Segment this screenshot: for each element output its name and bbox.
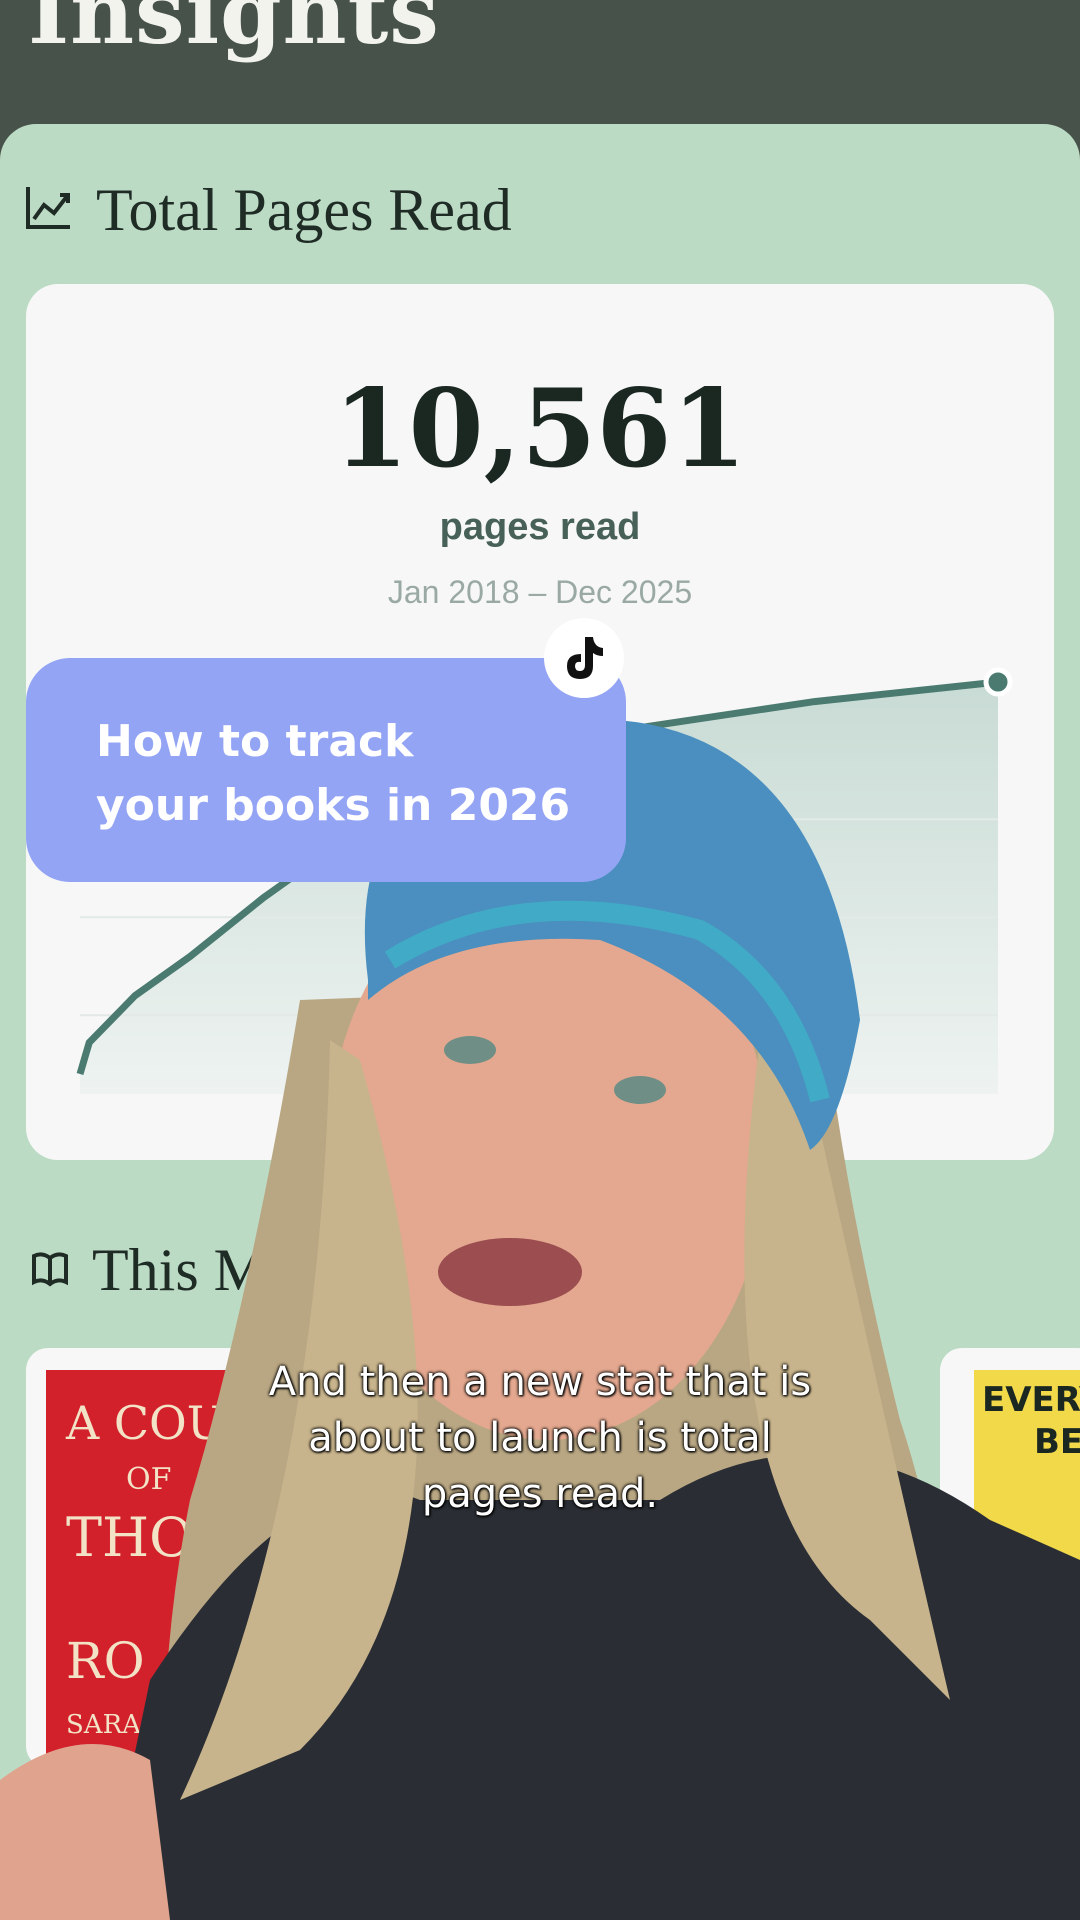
presenter-video	[0, 718, 1080, 1920]
bubble-text: How to track your books in 2026	[96, 710, 570, 838]
caption-line: pages read.	[421, 1471, 659, 1517]
video-caption: And then a new stat that is about to lau…	[200, 1354, 880, 1522]
bubble-line: How to track	[96, 716, 414, 767]
title-bubble: How to track your books in 2026	[26, 658, 626, 882]
tiktok-logo-icon	[544, 618, 624, 698]
caption-line: about to launch is total	[308, 1415, 772, 1461]
caption-line: And then a new stat that is	[268, 1359, 812, 1405]
bubble-line: your books in 2026	[96, 780, 571, 831]
